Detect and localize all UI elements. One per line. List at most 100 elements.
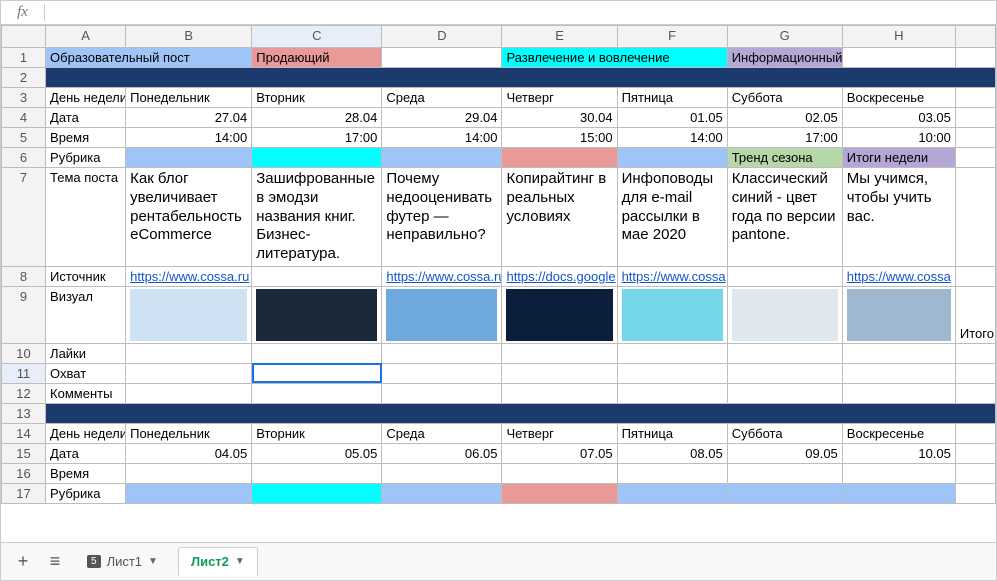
- formula-input[interactable]: [45, 1, 996, 24]
- cell[interactable]: Воскресенье: [842, 423, 955, 443]
- col-header[interactable]: A: [46, 26, 126, 48]
- cell[interactable]: [382, 343, 502, 363]
- cell[interactable]: [126, 148, 252, 168]
- cell[interactable]: [252, 343, 382, 363]
- cell[interactable]: 17:00: [252, 128, 382, 148]
- cell[interactable]: [955, 383, 995, 403]
- cell[interactable]: [955, 88, 995, 108]
- cell[interactable]: [126, 343, 252, 363]
- cell[interactable]: [955, 128, 995, 148]
- cell[interactable]: https://www.cossa.ru: [126, 266, 252, 286]
- cell[interactable]: [842, 463, 955, 483]
- cell[interactable]: [955, 483, 995, 503]
- cell-label[interactable]: Комменты: [46, 383, 126, 403]
- cell[interactable]: [842, 343, 955, 363]
- cell[interactable]: [502, 363, 617, 383]
- cell[interactable]: [46, 68, 996, 88]
- all-sheets-button[interactable]: ≡: [43, 550, 67, 574]
- cell[interactable]: [955, 463, 995, 483]
- row-number[interactable]: 4: [2, 108, 46, 128]
- cell[interactable]: 14:00: [126, 128, 252, 148]
- cell[interactable]: Среда: [382, 88, 502, 108]
- cell[interactable]: 28.04: [252, 108, 382, 128]
- cell[interactable]: [502, 483, 617, 503]
- row-number[interactable]: 11: [2, 363, 46, 383]
- legend-informational[interactable]: Информационный: [727, 48, 842, 68]
- cell[interactable]: 02.05: [727, 108, 842, 128]
- col-header[interactable]: D: [382, 26, 502, 48]
- cell[interactable]: 10:00: [842, 128, 955, 148]
- cell-label[interactable]: День недели: [46, 423, 126, 443]
- cell[interactable]: 30.04: [502, 108, 617, 128]
- cell[interactable]: [842, 48, 955, 68]
- source-link[interactable]: https://www.cossa.ru: [130, 269, 249, 284]
- cell-label[interactable]: Дата: [46, 108, 126, 128]
- cell[interactable]: [727, 463, 842, 483]
- cell[interactable]: https://www.cossa: [842, 266, 955, 286]
- cell-label[interactable]: Время: [46, 128, 126, 148]
- cell[interactable]: [617, 463, 727, 483]
- add-sheet-button[interactable]: +: [11, 550, 35, 574]
- cell[interactable]: 07.05: [502, 443, 617, 463]
- cell[interactable]: [252, 383, 382, 403]
- cell[interactable]: [502, 463, 617, 483]
- cell[interactable]: Вторник: [252, 423, 382, 443]
- row-number[interactable]: 6: [2, 148, 46, 168]
- cell[interactable]: [955, 48, 995, 68]
- cell-label[interactable]: Охват: [46, 363, 126, 383]
- col-header[interactable]: G: [727, 26, 842, 48]
- cell[interactable]: Воскресенье: [842, 88, 955, 108]
- cell-image[interactable]: [842, 286, 955, 343]
- cell[interactable]: Пятница: [617, 423, 727, 443]
- row-number[interactable]: 3: [2, 88, 46, 108]
- cell[interactable]: [252, 266, 382, 286]
- cell-label[interactable]: Рубрика: [46, 483, 126, 503]
- cell[interactable]: [502, 383, 617, 403]
- cell[interactable]: https://www.cossa: [617, 266, 727, 286]
- cell[interactable]: [502, 343, 617, 363]
- source-link[interactable]: https://www.cossa: [622, 269, 726, 284]
- cell[interactable]: 14:00: [617, 128, 727, 148]
- cell-image[interactable]: [252, 286, 382, 343]
- cell-image[interactable]: [617, 286, 727, 343]
- cell-label[interactable]: Время: [46, 463, 126, 483]
- cell[interactable]: [382, 383, 502, 403]
- col-header[interactable]: H: [842, 26, 955, 48]
- cell[interactable]: [126, 383, 252, 403]
- cell[interactable]: [252, 483, 382, 503]
- cell-label[interactable]: Источник: [46, 266, 126, 286]
- cell[interactable]: Почему недооценивать футер — неправильно…: [382, 168, 502, 267]
- tab-sheet1[interactable]: 5 Лист1 ▼: [75, 548, 170, 575]
- cell[interactable]: Понедельник: [126, 423, 252, 443]
- cell[interactable]: [382, 48, 502, 68]
- tab-sheet2[interactable]: Лист2 ▼: [178, 547, 258, 576]
- cell[interactable]: [955, 363, 995, 383]
- row-number[interactable]: 9: [2, 286, 46, 343]
- cell[interactable]: [842, 383, 955, 403]
- cell[interactable]: [727, 363, 842, 383]
- cell[interactable]: https://www.cossa.ru: [382, 266, 502, 286]
- cell-image[interactable]: [382, 286, 502, 343]
- col-header[interactable]: F: [617, 26, 727, 48]
- cell[interactable]: 10.05: [842, 443, 955, 463]
- cell[interactable]: [126, 363, 252, 383]
- cell[interactable]: Мы учимся, чтобы учить вас.: [842, 168, 955, 267]
- cell[interactable]: 08.05: [617, 443, 727, 463]
- col-header[interactable]: B: [126, 26, 252, 48]
- cell[interactable]: 01.05: [617, 108, 727, 128]
- cell[interactable]: [955, 148, 995, 168]
- col-header[interactable]: E: [502, 26, 617, 48]
- cell[interactable]: Среда: [382, 423, 502, 443]
- row-number[interactable]: 13: [2, 403, 46, 423]
- cell[interactable]: 04.05: [126, 443, 252, 463]
- cell[interactable]: [727, 266, 842, 286]
- cell[interactable]: [46, 403, 996, 423]
- cell[interactable]: [955, 168, 995, 267]
- cell[interactable]: [502, 148, 617, 168]
- cell[interactable]: [955, 108, 995, 128]
- cell[interactable]: Копирайтинг в реальных условиях: [502, 168, 617, 267]
- row-number[interactable]: 12: [2, 383, 46, 403]
- cell[interactable]: [955, 423, 995, 443]
- col-header[interactable]: [955, 26, 995, 48]
- cell-label[interactable]: Лайки: [46, 343, 126, 363]
